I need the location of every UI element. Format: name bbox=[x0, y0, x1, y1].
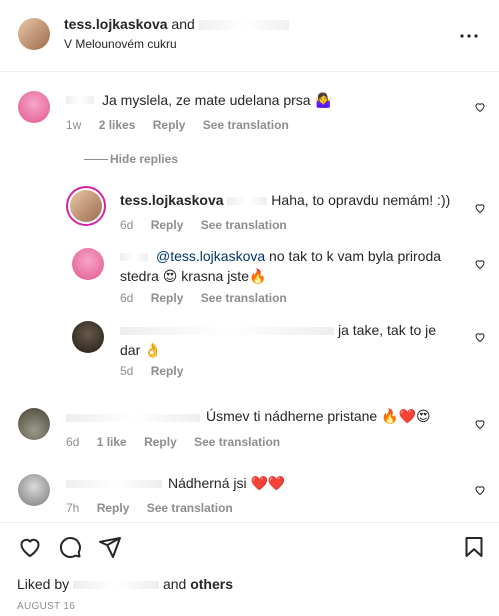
see-translation-button[interactable]: See translation bbox=[201, 291, 287, 305]
reply-time: 5d bbox=[120, 364, 134, 378]
see-translation-button[interactable]: See translation bbox=[147, 501, 233, 515]
comment-meta: 6d 1 like Reply See translation bbox=[66, 435, 294, 449]
like-reply-heart-icon[interactable] bbox=[474, 331, 486, 343]
reply-button[interactable]: Reply bbox=[151, 291, 184, 305]
reply-avatar-story-ring[interactable] bbox=[66, 186, 106, 226]
comment-time: 6d bbox=[66, 435, 80, 449]
like-reply-heart-icon[interactable] bbox=[474, 258, 486, 270]
and-label: and bbox=[171, 16, 195, 32]
see-translation-button[interactable]: See translation bbox=[194, 435, 280, 449]
post-date: AUGUST 16 bbox=[17, 601, 76, 612]
blurred-mention bbox=[227, 197, 268, 206]
hide-replies-line bbox=[84, 159, 108, 160]
comment-icon[interactable] bbox=[58, 535, 82, 559]
like-reply-heart-icon[interactable] bbox=[474, 202, 486, 214]
comment-meta: 7h Reply See translation bbox=[66, 501, 247, 515]
blurred-username bbox=[120, 253, 148, 261]
reply-text-line1: ja take, tak to je bbox=[338, 322, 437, 338]
reply-text: Haha, to opravdu nemám! :)) bbox=[271, 192, 451, 208]
reply-button[interactable]: Reply bbox=[144, 435, 177, 449]
liked-by-label: Liked by bbox=[17, 576, 70, 592]
others-link[interactable]: others bbox=[190, 576, 233, 592]
reply-button[interactable]: Reply bbox=[151, 218, 184, 232]
reply-meta: 6d Reply See translation bbox=[120, 218, 301, 232]
commenter-avatar[interactable] bbox=[18, 91, 50, 123]
see-translation-button[interactable]: See translation bbox=[201, 218, 287, 232]
hide-replies-button[interactable]: Hide replies bbox=[110, 152, 178, 166]
blurred-username bbox=[66, 414, 200, 422]
commenter-avatar[interactable] bbox=[18, 474, 50, 506]
reply-username[interactable]: tess.lojkaskova bbox=[120, 192, 224, 208]
comment-likes[interactable]: 2 likes bbox=[99, 118, 136, 132]
reply-text-line1: @tess.lojkaskova no tak to k vam byla pr… bbox=[156, 246, 441, 266]
location-link[interactable]: V Melounovém cukru bbox=[64, 37, 177, 51]
author-username[interactable]: tess.lojkaskova bbox=[64, 16, 168, 32]
comment-text: Ja myslela, ze mate udelana prsa 🤷‍♀️ bbox=[102, 92, 332, 108]
reply-text-line2: dar 👌 bbox=[120, 342, 162, 358]
reply-button[interactable]: Reply bbox=[151, 364, 184, 378]
reply-button[interactable]: Reply bbox=[97, 501, 130, 515]
header-title: tess.lojkaskova and bbox=[64, 16, 289, 32]
comment-meta: 1w 2 likes Reply See translation bbox=[66, 118, 303, 132]
comment-time: 1w bbox=[66, 118, 82, 132]
reply-text: no tak to k vam byla priroda bbox=[269, 248, 442, 264]
heart-icon[interactable] bbox=[18, 535, 42, 559]
comment-time: 7h bbox=[66, 501, 80, 515]
reply-button[interactable]: Reply bbox=[153, 118, 186, 132]
reply-time: 6d bbox=[120, 291, 134, 305]
post-header: tess.lojkaskova and V Melounovém cukru bbox=[0, 0, 499, 72]
and-label: and bbox=[162, 576, 187, 592]
share-icon[interactable] bbox=[98, 535, 122, 559]
reply-mention[interactable]: @tess.lojkaskova bbox=[156, 248, 265, 264]
blurred-coauthor bbox=[198, 20, 289, 31]
more-options-icon[interactable] bbox=[457, 24, 481, 48]
like-comment-heart-icon[interactable] bbox=[474, 101, 486, 113]
actions-divider bbox=[0, 522, 499, 523]
comment-text: Nádherná jsi ❤️❤️ bbox=[168, 475, 286, 491]
blurred-liker bbox=[73, 581, 160, 590]
blurred-username-mentions bbox=[120, 327, 334, 335]
like-comment-heart-icon[interactable] bbox=[474, 484, 486, 496]
reply-meta: 5d Reply bbox=[120, 364, 197, 378]
see-translation-button[interactable]: See translation bbox=[203, 118, 289, 132]
comment-text: Úsmev ti nádherne pristane 🔥❤️😍 bbox=[206, 408, 431, 424]
reply-time: 6d bbox=[120, 218, 134, 232]
reply-text-line2: stedra 😍 krasna jste🔥 bbox=[120, 268, 267, 284]
blurred-username bbox=[66, 480, 162, 488]
like-comment-heart-icon[interactable] bbox=[474, 418, 486, 430]
blurred-username bbox=[66, 96, 94, 104]
reply-avatar[interactable] bbox=[72, 248, 104, 280]
reply-avatar[interactable] bbox=[72, 321, 104, 353]
comment-likes[interactable]: 1 like bbox=[97, 435, 127, 449]
bookmark-icon[interactable] bbox=[462, 535, 486, 559]
reply-meta: 6d Reply See translation bbox=[120, 291, 301, 305]
author-avatar[interactable] bbox=[18, 18, 50, 50]
reply-text-line: tess.lojkaskova Haha, to opravdu nemám! … bbox=[120, 190, 450, 210]
commenter-avatar[interactable] bbox=[18, 408, 50, 440]
liked-by-line: Liked by and others bbox=[17, 576, 233, 592]
